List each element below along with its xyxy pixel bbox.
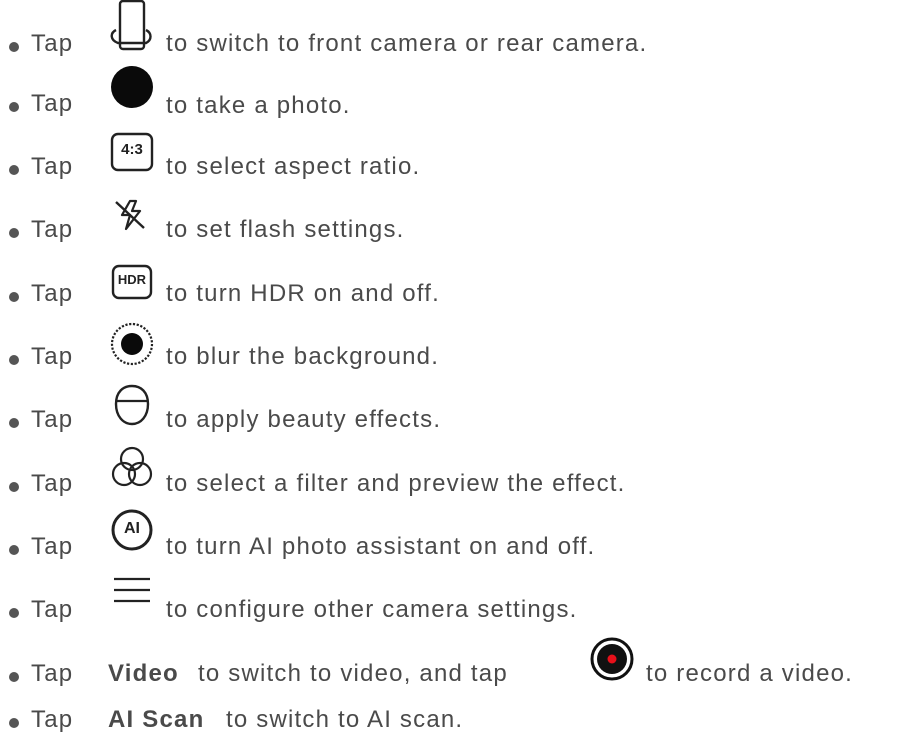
tap-word: Tap xyxy=(31,153,74,180)
aspect-ratio-icon: 4:3 xyxy=(110,132,154,172)
bullet xyxy=(9,545,19,555)
tap-word: Tap xyxy=(31,470,74,497)
bullet xyxy=(9,482,19,492)
list-item: Tap Video to switch to video, and tap to… xyxy=(0,622,904,687)
filter-circles-icon xyxy=(110,446,154,490)
item-text: to switch to AI scan. xyxy=(226,706,464,733)
ai-assistant-icon: AI xyxy=(110,508,154,552)
tap-word: Tap xyxy=(31,406,74,433)
item-text: to select a filter and preview the effec… xyxy=(166,470,626,497)
record-video-icon xyxy=(590,636,634,682)
bold-label: AI Scan xyxy=(108,706,205,733)
list-item: Tap to blur the background. xyxy=(0,322,904,382)
item-text: to take a photo. xyxy=(166,92,351,119)
bullet xyxy=(9,292,19,302)
bullet xyxy=(9,355,19,365)
tap-word: Tap xyxy=(31,280,74,307)
bullet xyxy=(9,608,19,618)
bullet xyxy=(9,42,19,52)
camera-instructions-list: Tap to switch to front camera or rear ca… xyxy=(0,0,904,749)
item-text: to turn HDR on and off. xyxy=(166,280,440,307)
list-item: Tap to apply beauty effects. xyxy=(0,382,904,442)
list-item: Tap 4:3 to select aspect ratio. xyxy=(0,132,904,202)
flash-off-icon xyxy=(110,198,150,232)
tap-word: Tap xyxy=(31,216,74,243)
shutter-icon xyxy=(110,64,154,110)
list-item: Tap to set flash settings. xyxy=(0,199,904,262)
item-text: to turn AI photo assistant on and off. xyxy=(166,533,596,560)
bullet xyxy=(9,165,19,175)
item-text: to set flash settings. xyxy=(166,216,405,243)
item-text: to select aspect ratio. xyxy=(166,153,421,180)
list-item: Tap AI Scan to switch to AI scan. xyxy=(0,682,904,742)
beauty-face-icon xyxy=(112,384,152,428)
tap-word: Tap xyxy=(31,596,74,623)
icon-label: HDR xyxy=(117,272,147,287)
list-item: Tap to select a filter and preview the e… xyxy=(0,442,904,502)
icon-label: AI xyxy=(124,520,140,537)
tap-word: Tap xyxy=(31,533,74,560)
menu-icon xyxy=(112,576,152,606)
item-text: to switch to front camera or rear camera… xyxy=(166,30,648,57)
tap-word: Tap xyxy=(31,30,74,57)
tap-word: Tap xyxy=(31,706,74,733)
tap-word: Tap xyxy=(31,90,74,117)
bullet xyxy=(9,418,19,428)
item-text: to apply beauty effects. xyxy=(166,406,442,433)
icon-label: 4:3 xyxy=(121,141,143,158)
item-text: to configure other camera settings. xyxy=(166,596,578,623)
list-item: Tap AI to turn AI photo assistant on and… xyxy=(0,502,904,562)
bullet xyxy=(9,672,19,682)
bullet xyxy=(9,228,19,238)
switch-camera-icon xyxy=(108,0,154,54)
tap-word: Tap xyxy=(31,343,74,370)
bokeh-icon xyxy=(110,322,154,366)
list-item: Tap HDR to turn HDR on and off. xyxy=(0,262,904,322)
list-item: Tap to configure other camera settings. xyxy=(0,562,904,623)
bullet xyxy=(9,102,19,112)
item-text: to blur the background. xyxy=(166,343,440,370)
hdr-icon: HDR xyxy=(111,264,153,300)
bullet xyxy=(9,718,19,728)
